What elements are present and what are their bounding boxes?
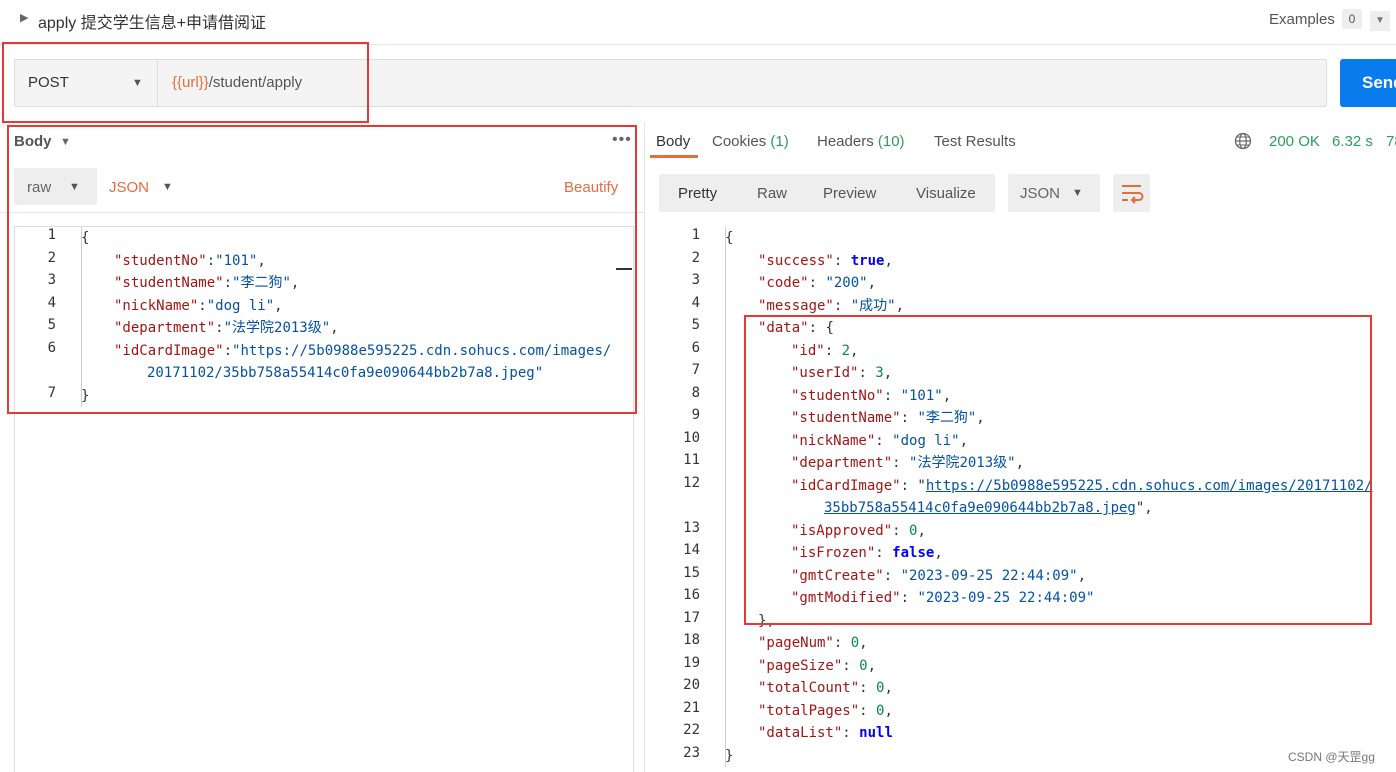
line-number: 22 bbox=[683, 722, 700, 738]
line-number: 1 bbox=[691, 227, 700, 243]
json-key: "totalPages" bbox=[758, 702, 860, 719]
collapse-arrow-icon[interactable]: ▶ bbox=[20, 11, 28, 24]
gutter-divider bbox=[725, 227, 726, 767]
json-key: "pageNum" bbox=[758, 635, 834, 651]
view-tab-preview[interactable]: Preview bbox=[823, 185, 876, 202]
line-number: 9 bbox=[691, 407, 700, 423]
tab-headers-label: Headers bbox=[817, 133, 874, 150]
highlight-box-body bbox=[7, 125, 637, 414]
line-number: 15 bbox=[683, 564, 700, 581]
response-size[interactable]: 78 bbox=[1386, 133, 1396, 150]
response-format-label: JSON bbox=[1020, 185, 1061, 202]
code-line: "totalPages": 0, bbox=[758, 702, 893, 719]
view-tab-visualize[interactable]: Visualize bbox=[916, 185, 976, 202]
response-status[interactable]: 200 OK bbox=[1269, 133, 1320, 150]
line-number: 19 bbox=[683, 654, 700, 671]
line-number: 20 bbox=[683, 677, 700, 693]
tab-cookies-count: (1) bbox=[770, 133, 789, 150]
code-line: { bbox=[725, 230, 734, 246]
json-value: true bbox=[850, 252, 885, 269]
line-number: 13 bbox=[683, 519, 700, 536]
highlight-box-data bbox=[744, 315, 1372, 625]
request-title[interactable]: apply 提交学生信息+申请借阅证 bbox=[38, 9, 266, 33]
json-key: "message" bbox=[758, 297, 834, 314]
line-number: 11 bbox=[683, 452, 700, 468]
code-line: "success": true, bbox=[758, 252, 893, 269]
line-number: 8 bbox=[691, 384, 700, 401]
code-line: "pageSize": 0, bbox=[758, 657, 877, 674]
line-number: 7 bbox=[691, 362, 700, 378]
examples-button[interactable]: Examples bbox=[1269, 11, 1335, 28]
json-key: "pageSize" bbox=[758, 657, 843, 674]
line-number: 16 bbox=[683, 587, 700, 603]
line-number: 3 bbox=[691, 272, 700, 288]
json-key: "success" bbox=[758, 252, 834, 269]
json-key: "totalCount" bbox=[758, 680, 860, 696]
tab-cookies-label: Cookies bbox=[712, 133, 767, 150]
wrap-lines-button[interactable] bbox=[1113, 174, 1150, 212]
tab-headers-count: (10) bbox=[877, 133, 905, 150]
tab-cookies[interactable]: Cookies (1) bbox=[712, 133, 789, 150]
highlight-box-url bbox=[2, 42, 369, 123]
json-value: 0 bbox=[850, 635, 860, 651]
tab-response-body[interactable]: Body bbox=[656, 133, 690, 150]
json-value: null bbox=[859, 725, 893, 741]
code-line: "code": "200", bbox=[758, 275, 877, 291]
response-time[interactable]: 6.32 s bbox=[1332, 133, 1373, 150]
json-value: 0 bbox=[859, 657, 868, 674]
wrap-lines-icon bbox=[1122, 185, 1144, 204]
json-value: "200" bbox=[825, 275, 868, 291]
pane-divider[interactable] bbox=[644, 122, 645, 772]
code-line: "pageNum": 0, bbox=[758, 635, 868, 651]
view-tab-pretty[interactable]: Pretty bbox=[678, 185, 717, 202]
response-format-caret-icon: ▼ bbox=[1072, 187, 1083, 199]
code-line: } bbox=[725, 747, 734, 764]
tab-headers[interactable]: Headers (10) bbox=[817, 133, 905, 150]
examples-count-badge: 0 bbox=[1342, 9, 1362, 29]
view-tab-raw[interactable]: Raw bbox=[757, 185, 787, 202]
examples-dropdown-icon[interactable]: ▼ bbox=[1370, 11, 1390, 31]
line-number: 17 bbox=[683, 609, 700, 626]
line-number: 2 bbox=[691, 249, 700, 266]
globe-icon[interactable] bbox=[1234, 132, 1252, 150]
line-number: 14 bbox=[683, 542, 700, 558]
line-number: 21 bbox=[683, 699, 700, 716]
json-value: "成功" bbox=[850, 297, 896, 314]
line-number: 18 bbox=[683, 632, 700, 648]
line-number: 23 bbox=[683, 744, 700, 761]
line-number: 6 bbox=[691, 339, 700, 356]
code-line: "totalCount": 0, bbox=[758, 680, 893, 696]
watermark: CSDN @天罡gg bbox=[1288, 750, 1375, 764]
json-key: "dataList" bbox=[758, 725, 843, 741]
line-number: 12 bbox=[683, 474, 700, 491]
tab-test-results[interactable]: Test Results bbox=[934, 133, 1016, 150]
line-number: 5 bbox=[691, 317, 700, 333]
code-line: "dataList": null bbox=[758, 725, 893, 741]
line-number: 4 bbox=[691, 294, 700, 311]
line-number: 10 bbox=[683, 429, 700, 446]
active-tab-indicator bbox=[650, 155, 698, 158]
send-button[interactable]: Send bbox=[1340, 59, 1396, 107]
code-line: "message": "成功", bbox=[758, 297, 905, 314]
json-key: "code" bbox=[758, 275, 809, 291]
